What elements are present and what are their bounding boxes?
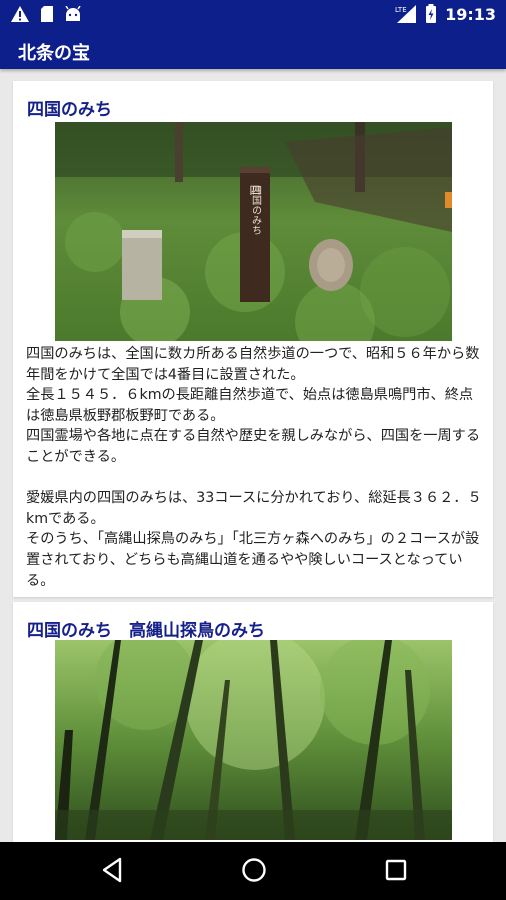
android-icon [65,6,81,21]
sign-text: 四国のみち [250,185,262,235]
network-type-label: LTE [395,6,407,14]
warning-icon [11,6,29,22]
lte-signal-icon: LTE [395,5,417,23]
recents-icon[interactable] [384,856,408,884]
clock: 19:13 [445,4,496,24]
card-title: 四国のみち [27,100,112,120]
app-bar: 北条の宝 [0,31,506,69]
notification-icons [10,5,82,23]
battery-charging-icon [426,4,437,23]
home-icon[interactable] [240,856,268,884]
article-description: 四国のみちは、全国に数カ所ある自然歩道の一つで、昭和５６年から数年間をかけて全国… [26,346,482,589]
sd-card-icon [41,6,53,22]
article-card[interactable]: 四国のみち 高縄山探鳥のみち [13,602,493,842]
app-title: 北条の宝 [18,43,90,64]
navigation-bar [0,842,506,900]
trail-sign-photo[interactable]: 四 四国のみち [55,122,452,341]
back-icon[interactable] [100,856,124,884]
system-icons: LTE 19:13 [395,4,496,24]
card-title: 四国のみち 高縄山探鳥のみち [27,621,265,641]
forest-photo[interactable] [55,640,452,840]
status-bar: LTE 19:13 [0,0,506,31]
article-card[interactable]: 四国のみち 四 四国のみち 四国のみちは、全国に数カ所ある自然歩道の一つで、昭和… [13,81,493,597]
